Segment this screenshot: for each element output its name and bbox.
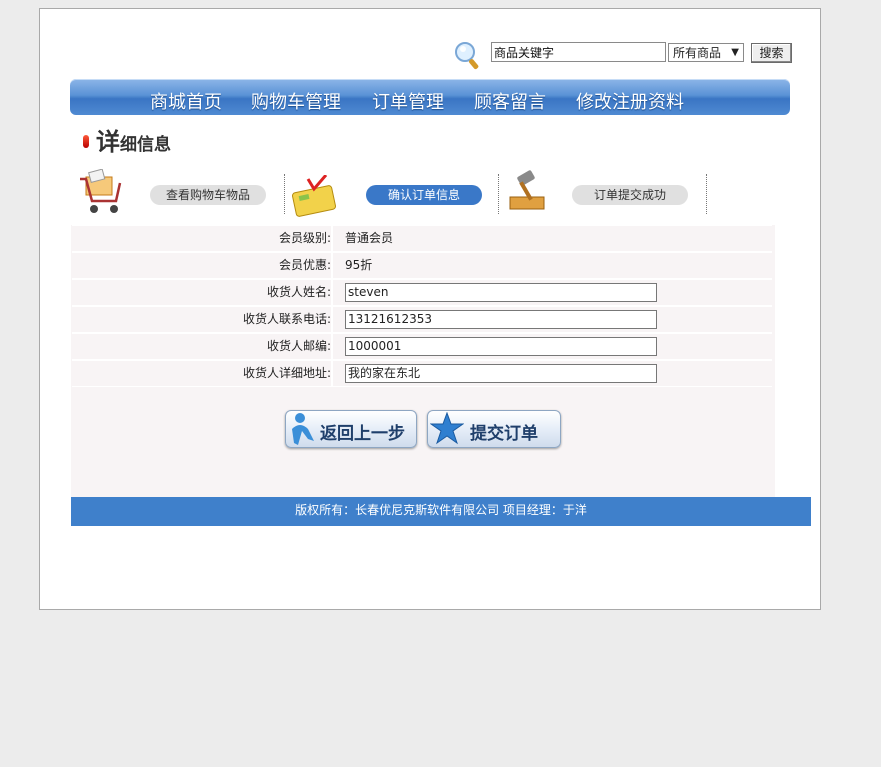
member-discount-row: 会员优惠: 95折: [72, 252, 772, 279]
dropdown-arrow-icon: ▼: [731, 47, 739, 58]
star-icon: [430, 412, 464, 445]
receiver-name-row: 收货人姓名:: [72, 279, 772, 306]
nav-item-profile[interactable]: 修改注册资料: [576, 88, 684, 114]
receiver-phone-label: 收货人联系电话:: [72, 307, 333, 332]
search-input[interactable]: [491, 42, 666, 62]
step-confirm-order[interactable]: 确认订单信息: [366, 185, 482, 205]
back-button-label: 返回上一步: [320, 424, 405, 444]
page-title: 详细信息: [96, 128, 171, 156]
main-nav: 商城首页 购物车管理 订单管理 顾客留言 修改注册资料: [70, 79, 790, 115]
nav-item-cart[interactable]: 购物车管理: [251, 88, 341, 114]
receiver-address-row: 收货人详细地址:: [72, 360, 772, 387]
search-icon: [455, 42, 479, 70]
person-icon: [292, 413, 314, 445]
member-discount-label: 会员优惠:: [72, 253, 333, 278]
nav-item-home[interactable]: 商城首页: [150, 88, 222, 114]
member-level-label: 会员级别:: [72, 226, 333, 251]
receiver-postcode-label: 收货人邮编:: [72, 334, 333, 359]
category-select-value: 所有商品: [673, 46, 722, 60]
back-button[interactable]: 返回上一步: [285, 410, 417, 448]
calculator-icon: [292, 175, 336, 217]
receiver-phone-row: 收货人联系电话:: [72, 306, 772, 333]
member-level-value: 普通会员: [345, 231, 394, 245]
search-button[interactable]: 搜索: [751, 43, 792, 63]
step-divider: [284, 174, 285, 214]
receiver-name-label: 收货人姓名:: [72, 280, 333, 305]
category-select[interactable]: 所有商品 ▼: [668, 43, 744, 62]
page-frame: 所有商品 ▼ 搜索 商城首页 购物车管理 订单管理 顾客留言 修改注册资料 详细…: [39, 8, 821, 610]
receiver-name-input[interactable]: [345, 283, 657, 302]
receiver-address-input[interactable]: [345, 364, 657, 383]
receiver-postcode-input[interactable]: [345, 337, 657, 356]
submit-order-button[interactable]: 提交订单: [427, 410, 561, 448]
step-order-success[interactable]: 订单提交成功: [572, 185, 688, 205]
submit-order-button-label: 提交订单: [470, 424, 538, 444]
title-bullet-icon: [83, 135, 89, 148]
receiver-phone-input[interactable]: [345, 310, 657, 329]
nav-item-orders[interactable]: 订单管理: [372, 88, 444, 114]
member-discount-value: 95折: [345, 258, 373, 272]
receiver-postcode-row: 收货人邮编:: [72, 333, 772, 360]
copyright-footer: 版权所有：长春优尼克斯软件有限公司 项目经理：于洋: [71, 497, 811, 526]
receiver-address-label: 收货人详细地址:: [72, 361, 333, 386]
order-info-form: 会员级别: 普通会员 会员优惠: 95折 收货人姓名: 收货人联系电话: 收货人…: [71, 225, 775, 497]
step-divider: [706, 174, 707, 214]
gavel-icon: [509, 170, 545, 210]
shopping-cart-icon: [80, 169, 122, 213]
step-view-cart[interactable]: 查看购物车物品: [150, 185, 266, 205]
member-level-row: 会员级别: 普通会员: [72, 225, 772, 252]
step-divider: [498, 174, 499, 214]
nav-item-messages[interactable]: 顾客留言: [474, 88, 546, 114]
